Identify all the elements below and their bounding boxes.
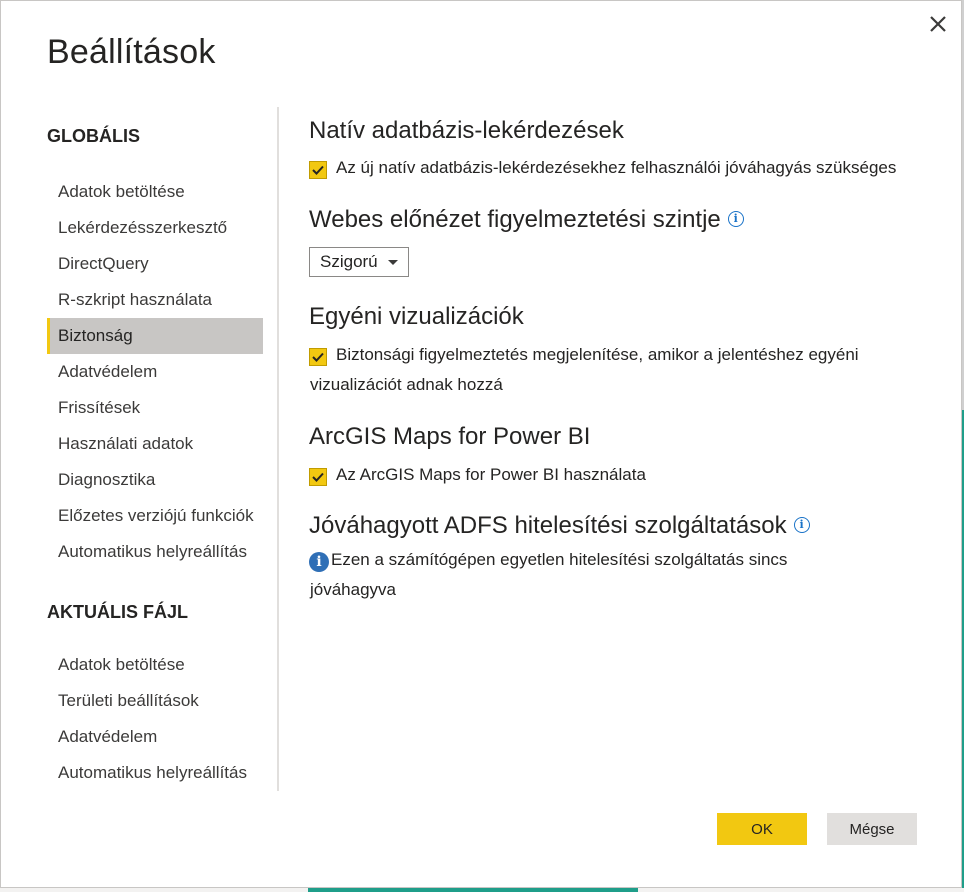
- sidebar-item-directquery[interactable]: DirectQuery: [47, 246, 263, 282]
- arcgis-heading: ArcGIS Maps for Power BI: [309, 423, 591, 450]
- sidebar-item-preview-features[interactable]: Előzetes verziójú funkciók: [47, 498, 263, 534]
- sidebar-item-security[interactable]: Biztonság: [47, 318, 263, 354]
- web-preview-heading-text: Webes előnézet figyelmeztetési szintje: [309, 206, 721, 233]
- sidebar-item-file-privacy[interactable]: Adatvédelem: [47, 719, 263, 755]
- custom-visuals-label-line2: vizualizációt adnak hozzá: [310, 375, 503, 394]
- web-preview-level-dropdown[interactable]: Szigorú: [309, 247, 409, 277]
- checkmark-icon: [312, 165, 324, 175]
- info-icon[interactable]: i: [793, 516, 810, 533]
- sidebar-item-diagnostics[interactable]: Diagnosztika: [47, 462, 263, 498]
- info-filled-icon: i: [309, 552, 329, 572]
- adfs-message: i Ezen a számítógépen egyetlen hitelesít…: [309, 550, 787, 605]
- sidebar-item-updates[interactable]: Frissítések: [47, 390, 263, 426]
- sidebar-section-current-file: AKTUÁLIS FÁJL: [47, 602, 188, 622]
- native-queries-label: Az új natív adatbázis-lekérdezésekhez fe…: [336, 158, 897, 177]
- info-icon[interactable]: i: [727, 210, 744, 227]
- sidebar-section-global: GLOBÁLIS: [47, 126, 140, 146]
- adfs-heading-text: Jóváhagyott ADFS hitelesítési szolgáltat…: [309, 512, 787, 539]
- custom-visuals-heading: Egyéni vizualizációk: [309, 303, 524, 330]
- custom-visuals-label-line1: Biztonsági figyelmeztetés megjelenítése,…: [336, 345, 859, 364]
- sidebar-divider: [277, 107, 279, 791]
- custom-visuals-label: Biztonsági figyelmeztetés megjelenítése,…: [310, 340, 859, 400]
- close-icon: [930, 16, 946, 32]
- arcgis-checkbox[interactable]: [309, 468, 327, 486]
- custom-visuals-checkbox[interactable]: [309, 348, 327, 366]
- native-queries-heading: Natív adatbázis-lekérdezések: [309, 117, 624, 144]
- native-queries-option: Az új natív adatbázis-lekérdezésekhez fe…: [309, 158, 896, 183]
- chevron-down-icon: [387, 259, 398, 265]
- custom-visuals-option: Biztonsági figyelmeztetés megjelenítése,…: [309, 345, 859, 400]
- adfs-message-line2: jóváhagyva: [310, 580, 397, 599]
- adfs-message-text: Ezen a számítógépen egyetlen hitelesítés…: [310, 545, 788, 605]
- sidebar-item-query-editor[interactable]: Lekérdezésszerkesztő: [47, 210, 263, 246]
- arcgis-label: Az ArcGIS Maps for Power BI használata: [336, 465, 646, 484]
- checkmark-icon: [312, 472, 324, 482]
- ok-button[interactable]: OK: [717, 813, 807, 845]
- dropdown-value: Szigorú: [320, 252, 378, 271]
- web-preview-heading: Webes előnézet figyelmeztetési szintje i: [309, 206, 744, 234]
- native-queries-checkbox[interactable]: [309, 161, 327, 179]
- sidebar-item-file-auto-recovery[interactable]: Automatikus helyreállítás: [47, 755, 263, 791]
- background-bottom-strip: [308, 888, 638, 892]
- dialog-title: Beállítások: [47, 33, 216, 71]
- settings-dialog: Beállítások GLOBÁLIS Adatok betöltése Le…: [0, 0, 962, 888]
- cancel-button[interactable]: Mégse: [827, 813, 917, 845]
- settings-sidebar: GLOBÁLIS Adatok betöltése Lekérdezésszer…: [47, 121, 263, 791]
- sidebar-item-data-load[interactable]: Adatok betöltése: [47, 174, 263, 210]
- sidebar-item-regional-settings[interactable]: Területi beállítások: [47, 683, 263, 719]
- checkmark-icon: [312, 352, 324, 362]
- sidebar-item-usage-data[interactable]: Használati adatok: [47, 426, 263, 462]
- sidebar-item-r-scripting[interactable]: R-szkript használata: [47, 282, 263, 318]
- close-button[interactable]: [925, 11, 951, 37]
- sidebar-item-file-data-load[interactable]: Adatok betöltése: [47, 647, 263, 683]
- sidebar-item-privacy[interactable]: Adatvédelem: [47, 354, 263, 390]
- sidebar-item-auto-recovery[interactable]: Automatikus helyreállítás: [47, 534, 263, 570]
- arcgis-option: Az ArcGIS Maps for Power BI használata: [309, 465, 646, 490]
- adfs-heading: Jóváhagyott ADFS hitelesítési szolgáltat…: [309, 512, 810, 540]
- adfs-message-line1: Ezen a számítógépen egyetlen hitelesítés…: [331, 550, 788, 569]
